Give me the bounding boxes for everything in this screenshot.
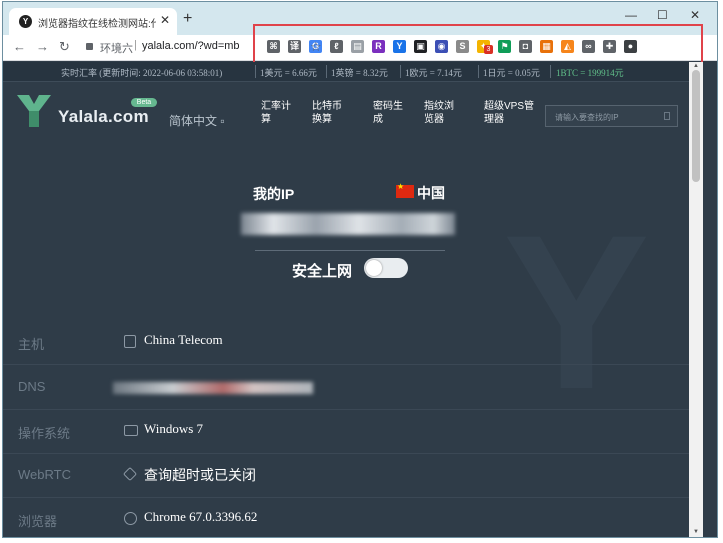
globe-icon — [124, 512, 137, 525]
rate-divider — [478, 65, 479, 78]
browser-window: Y 浏览器指纹在线检测网站:代理IP ✕ + — ☐ ✕ ← → ↻ 环境六 |… — [2, 1, 718, 538]
nav-exchange-calc[interactable]: 汇率计 算 — [261, 100, 291, 126]
detail-row-os: 操作系统 Windows 7 — [3, 409, 689, 454]
lock-icon[interactable] — [86, 43, 93, 50]
exchange-rate-bar: 实时汇率 (更新时间: 2022-06-06 03:58:01) 1美元 = 6… — [3, 62, 689, 82]
back-button[interactable]: ← — [13, 39, 26, 54]
window-close-button[interactable]: ✕ — [690, 8, 700, 22]
scroll-thumb[interactable] — [692, 70, 700, 182]
host-label: 主机 — [18, 337, 45, 352]
forward-button[interactable]: → — [36, 39, 49, 54]
nav-super-vps[interactable]: 超级VPS管 理器 — [484, 100, 534, 126]
language-selector[interactable]: 简体中文 ▫ — [169, 112, 225, 129]
browser-value: Chrome 67.0.3396.62 — [144, 509, 258, 524]
rate-divider — [400, 65, 401, 78]
rate-updated: 实时汇率 (更新时间: 2022-06-06 03:58:01) — [61, 68, 223, 78]
minimize-button[interactable]: — — [625, 8, 637, 22]
rate-gbp: 1英镑 = 8.32元 — [331, 68, 388, 78]
rate-eur: 1欧元 = 7.14元 — [405, 68, 462, 78]
browser-tab[interactable]: Y 浏览器指纹在线检测网站:代理IP ✕ — [9, 8, 177, 35]
url-text[interactable]: yalala.com/?wd=mb — [142, 40, 240, 52]
os-label: 操作系统 — [18, 426, 71, 441]
reload-button[interactable]: ↻ — [59, 39, 70, 55]
webrtc-label: WebRTC — [18, 467, 71, 482]
page-content: Y 实时汇率 (更新时间: 2022-06-06 03:58:01) 1美元 =… — [3, 62, 689, 537]
favicon-icon: Y — [19, 15, 32, 28]
tab-title: 浏览器指纹在线检测网站:代理IP — [38, 19, 156, 30]
nav-password-gen[interactable]: 密码生 成 — [373, 100, 403, 126]
my-ip-heading: 我的IP — [253, 186, 295, 202]
country-name: 中国 — [417, 185, 445, 201]
rate-divider — [255, 65, 256, 78]
ip-search-input[interactable]: 请输入要查找的IP — [545, 105, 678, 127]
new-tab-button[interactable]: + — [183, 11, 192, 27]
rate-jpy: 1日元 = 0.05元 — [483, 68, 540, 78]
url-zone-label: 环境六 — [100, 43, 133, 55]
detail-row-browser: 浏览器 Chrome 67.0.3396.62 — [3, 497, 689, 537]
search-icon[interactable] — [664, 112, 670, 120]
maximize-button[interactable]: ☐ — [657, 8, 668, 22]
detail-row-host: 主机 China Telecom — [3, 320, 689, 365]
nav-btc-convert[interactable]: 比特币 换算 — [312, 100, 342, 126]
webrtc-value: 查询超时或已关闭 — [144, 467, 256, 483]
dns-label: DNS — [18, 379, 46, 394]
toggle-knob — [366, 260, 382, 276]
beta-badge: Beta — [131, 98, 157, 107]
search-placeholder: 请输入要查找的IP — [555, 113, 619, 122]
rate-divider — [326, 65, 327, 78]
page-scrollbar[interactable]: ▲ ▼ — [689, 62, 703, 537]
rate-btc: 1BTC = 199914元 — [556, 68, 624, 78]
phone-icon — [124, 335, 136, 348]
browser-label: 浏览器 — [18, 514, 58, 529]
detail-row-webrtc: WebRTC 查询超时或已关闭 — [3, 453, 689, 498]
monitor-icon — [124, 425, 138, 436]
nav-fingerprint-browser[interactable]: 指纹浏 览器 — [424, 100, 454, 126]
dns-value-blurred — [113, 382, 313, 394]
ip-address-blurred — [241, 213, 455, 235]
scroll-down-icon[interactable]: ▼ — [693, 529, 699, 535]
hero-divider — [255, 250, 445, 251]
scroll-up-icon[interactable]: ▲ — [693, 63, 699, 69]
extension-highlight-box — [253, 24, 703, 65]
tab-close-icon[interactable]: ✕ — [160, 13, 170, 27]
layers-icon — [122, 466, 138, 482]
url-separator: | — [134, 39, 137, 51]
site-logo-text[interactable]: Yalala.com — [58, 107, 149, 127]
rate-divider — [550, 65, 551, 78]
os-value: Windows 7 — [144, 421, 204, 436]
rate-usd: 1美元 = 6.66元 — [260, 68, 317, 78]
host-value: China Telecom — [144, 332, 223, 347]
safe-browsing-toggle[interactable] — [364, 258, 408, 278]
detail-row-dns: DNS — [3, 365, 689, 410]
china-flag-icon — [396, 182, 414, 198]
yalala-logo-icon[interactable] — [17, 95, 51, 127]
safe-browsing-label: 安全上网 — [292, 263, 353, 280]
